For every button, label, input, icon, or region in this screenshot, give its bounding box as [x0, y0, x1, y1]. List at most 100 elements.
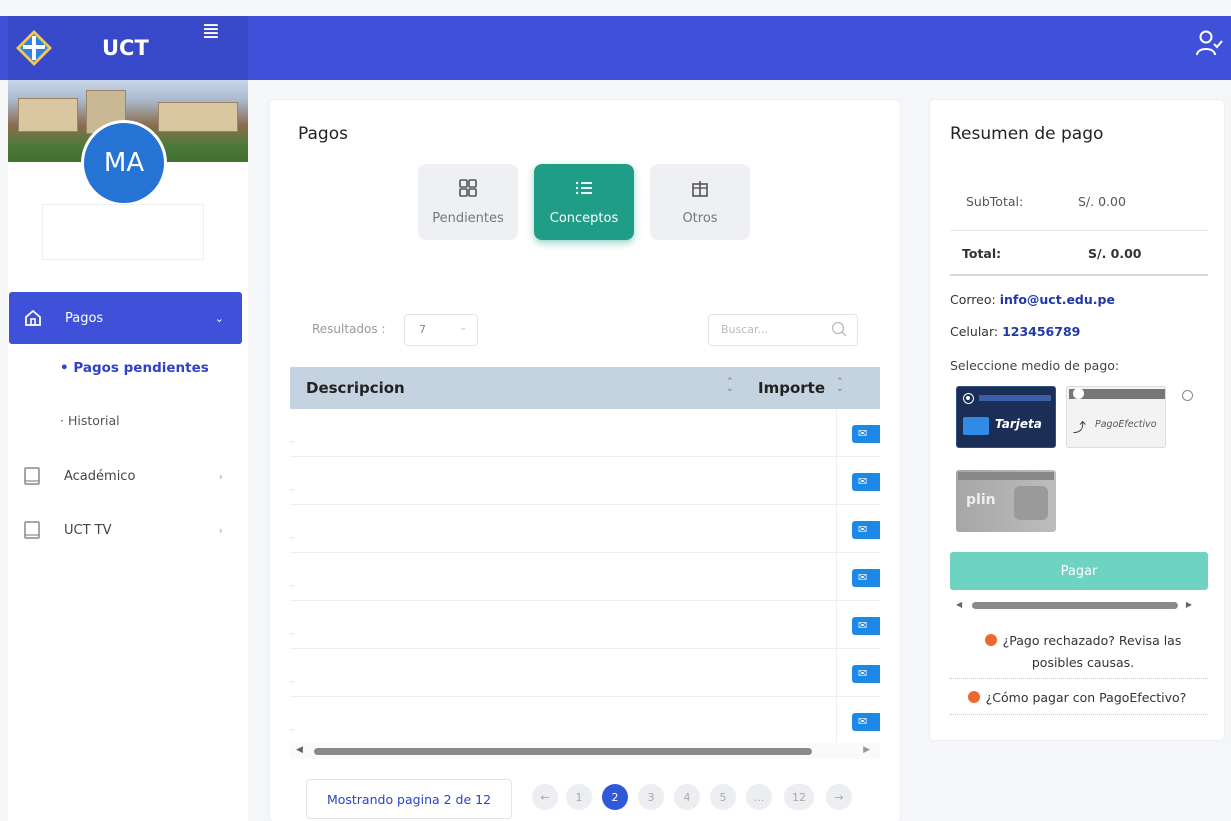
row-action-button[interactable]: ✉: [852, 713, 880, 731]
menu-toggle-icon[interactable]: ≣: [196, 16, 226, 48]
total-value: S/. 0.00: [1088, 246, 1142, 261]
radio-pagoefectivo[interactable]: [1182, 390, 1193, 401]
email-value[interactable]: info@uct.edu.pe: [1000, 292, 1115, 307]
column-header-importe[interactable]: Importe: [758, 379, 825, 397]
avatar[interactable]: MA: [81, 120, 167, 206]
column-separator: [836, 409, 837, 457]
scroll-left-icon[interactable]: ◀: [296, 745, 303, 755]
row-action-button[interactable]: ✉: [852, 473, 880, 491]
table-row: – ✉: [290, 457, 880, 505]
results-select[interactable]: 7 ⌄: [404, 314, 478, 346]
sidebar-item-pagos[interactable]: Pagos ⌄: [9, 292, 242, 344]
user-check-icon[interactable]: [1195, 28, 1223, 58]
phone-label: Celular:: [950, 324, 999, 339]
sidebar-subitem-historial[interactable]: · Historial: [60, 413, 120, 428]
pagination-page-3[interactable]: 3: [638, 784, 664, 810]
pagoefectivo-logo-icon: ⤴: [1073, 421, 1087, 436]
payment-method-plin-yape[interactable]: plin: [956, 470, 1056, 532]
column-separator: [836, 697, 837, 743]
pagination-page-4[interactable]: 4: [674, 784, 700, 810]
divider: [950, 274, 1208, 276]
sidebar-item-label: Pagos: [65, 310, 104, 326]
payment-method-tarjeta[interactable]: Tarjeta: [956, 386, 1056, 448]
pagination-info: Mostrando pagina 2 de 12: [306, 779, 512, 819]
row-placeholder: –: [290, 533, 295, 543]
gift-icon: [690, 178, 710, 203]
horizontal-scrollbar[interactable]: ◀ ▶: [290, 743, 880, 759]
payment-method-label: Seleccione medio de pago:: [950, 358, 1120, 373]
table-row: – ✉: [290, 409, 880, 457]
uct-logo-icon: [14, 28, 54, 68]
sidebar-item-uct-tv[interactable]: UCT TV ›: [8, 504, 241, 556]
divider: [950, 230, 1208, 231]
row-placeholder: –: [290, 725, 295, 735]
search-icon: [831, 321, 847, 337]
sort-icon[interactable]: ⌃ ⌄: [726, 378, 734, 394]
row-action-button[interactable]: ✉: [852, 521, 880, 539]
results-label: Resultados :: [312, 322, 386, 336]
pagination-next-icon[interactable]: →: [826, 784, 852, 810]
row-action-button[interactable]: ✉: [852, 617, 880, 635]
table-row: – ✉: [290, 697, 880, 743]
horizontal-scrollbar[interactable]: ◀ ▶: [956, 600, 1206, 610]
scrollbar-thumb[interactable]: [972, 602, 1178, 609]
pagination-page-1[interactable]: 1: [566, 784, 592, 810]
hint-rejected[interactable]: ¿Pago rechazado? Revisa las posibles cau…: [968, 630, 1198, 674]
email-row: Correo: info@uct.edu.pe: [950, 292, 1115, 307]
sidebar-subitem-pagos-pendientes[interactable]: • Pagos pendientes: [60, 360, 209, 376]
row-action-button[interactable]: ✉: [852, 665, 880, 683]
tab-label: Pendientes: [432, 211, 504, 226]
sidebar-item-academico[interactable]: Académico ›: [8, 450, 241, 502]
search-placeholder: Buscar...: [721, 323, 769, 336]
column-separator: [836, 649, 837, 697]
table-header: Descripcion ⌃ ⌄ Importe ⌃ ⌄: [290, 367, 880, 409]
row-action-button[interactable]: ✉: [852, 569, 880, 587]
row-placeholder: –: [290, 437, 295, 447]
tab-label: Otros: [682, 211, 718, 226]
table-body: – ✉ – ✉ – ✉ – ✉ – ✉ – ✉ – ✉: [290, 409, 880, 743]
tab-otros[interactable]: Otros: [650, 164, 750, 240]
method-label: PagoEfectivo: [1095, 419, 1157, 430]
grid-icon: [458, 178, 478, 203]
sidebar-item-label: UCT TV: [64, 522, 112, 538]
search-input[interactable]: Buscar...: [708, 314, 858, 346]
chevron-down-icon: ⌄: [214, 311, 224, 325]
table-row: – ✉: [290, 601, 880, 649]
table-row: – ✉: [290, 505, 880, 553]
column-separator: [836, 601, 837, 649]
tab-pendientes[interactable]: Pendientes: [418, 164, 518, 240]
sort-icon[interactable]: ⌃ ⌄: [836, 378, 844, 394]
chevron-down-icon: ⌄: [459, 323, 467, 333]
chevron-right-icon: ›: [218, 469, 223, 483]
payments-card: Pagos Pendientes Conceptos Otros Resulta…: [270, 100, 900, 821]
row-action-button[interactable]: ✉: [852, 425, 880, 443]
pagination-prev-icon[interactable]: ←: [532, 784, 558, 810]
credit-card-icon: [963, 417, 989, 435]
scrollbar-thumb[interactable]: [314, 748, 812, 755]
column-header-descripcion[interactable]: Descripcion: [306, 379, 405, 397]
home-icon: [23, 308, 43, 328]
row-placeholder: –: [290, 485, 295, 495]
scroll-right-icon[interactable]: ▶: [1186, 600, 1192, 609]
divider: [950, 678, 1208, 679]
pay-button[interactable]: Pagar: [950, 552, 1208, 590]
pagination-page-12[interactable]: 12: [784, 784, 814, 810]
book-icon: [22, 466, 42, 486]
book-icon: [22, 520, 42, 540]
subtotal-value: S/. 0.00: [1078, 194, 1126, 209]
scroll-right-icon[interactable]: ▶: [863, 745, 870, 755]
subtotal-label: SubTotal:: [966, 194, 1024, 209]
payment-method-pagoefectivo[interactable]: ⤴ PagoEfectivo: [1066, 386, 1166, 448]
scroll-left-icon[interactable]: ◀: [956, 600, 962, 609]
pagination-page-5[interactable]: 5: [710, 784, 736, 810]
tab-conceptos[interactable]: Conceptos: [534, 164, 634, 240]
payment-summary-card: Resumen de pago SubTotal: S/. 0.00 Total…: [930, 100, 1224, 740]
chevron-right-icon: ›: [218, 523, 223, 537]
column-separator: [836, 505, 837, 553]
hint-pagoefectivo[interactable]: ¿Cómo pagar con PagoEfectivo?: [952, 690, 1202, 705]
pagination-page-2[interactable]: 2: [602, 784, 628, 810]
radio-selected[interactable]: [963, 393, 974, 404]
row-placeholder: –: [290, 581, 295, 591]
row-placeholder: –: [290, 677, 295, 687]
user-name-box: [42, 204, 204, 260]
